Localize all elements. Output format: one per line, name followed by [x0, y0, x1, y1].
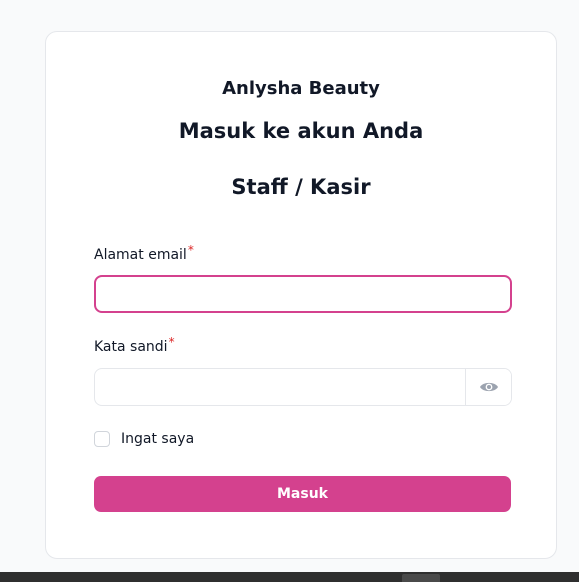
- email-required-mark: *: [187, 243, 194, 257]
- login-button[interactable]: Masuk: [94, 476, 511, 512]
- login-page: Anlysha Beauty Masuk ke akun Anda Staff …: [0, 0, 579, 582]
- email-label-text: Alamat email: [94, 247, 187, 263]
- password-field[interactable]: [95, 369, 465, 405]
- show-password-button[interactable]: [465, 369, 511, 405]
- email-field[interactable]: [94, 275, 512, 313]
- password-label: Kata sandi*: [94, 335, 175, 355]
- password-field-group: [94, 368, 512, 406]
- remember-me: Ingat saya: [94, 431, 194, 447]
- email-label: Alamat email*: [94, 243, 194, 263]
- taskbar: [0, 572, 579, 582]
- brand-name: Anlysha Beauty: [222, 78, 380, 99]
- remember-me-label[interactable]: Ingat saya: [121, 431, 194, 447]
- login-card: Anlysha Beauty Masuk ke akun Anda Staff …: [45, 31, 557, 559]
- password-required-mark: *: [168, 335, 175, 349]
- remember-me-checkbox[interactable]: [94, 431, 110, 447]
- taskbar-item[interactable]: [402, 574, 440, 582]
- role-title: Staff / Kasir: [231, 175, 371, 199]
- eye-icon: [479, 382, 498, 392]
- page-title: Masuk ke akun Anda: [178, 119, 424, 143]
- password-label-text: Kata sandi: [94, 339, 168, 355]
